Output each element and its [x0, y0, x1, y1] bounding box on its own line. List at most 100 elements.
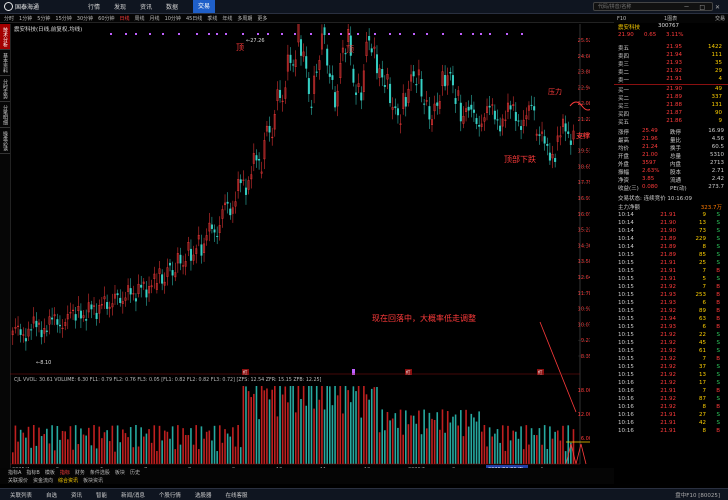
period-14[interactable]: 更多	[257, 15, 267, 22]
menu-discover[interactable]: 发现	[114, 2, 126, 11]
indicator-tab-7[interactable]: 历史	[130, 469, 140, 476]
volume-bar	[35, 445, 38, 464]
sidebar-tab-4[interactable]: 操盘必读	[0, 128, 10, 154]
status-bar: 关联列表 自选 资讯 智能 新闻/消息 个股行情 选股器 在线客服 盘中F10 [80025]	[0, 488, 728, 500]
indicator-tab-4[interactable]: 财务	[75, 469, 85, 476]
volume-bar	[428, 412, 431, 464]
stat-row: 净资 3.85 流通 2.42	[618, 176, 726, 184]
period-11[interactable]: 季线	[207, 15, 217, 22]
stat-label: 跌停	[670, 130, 682, 136]
tick-time: 10:14	[618, 220, 634, 226]
volume-bar	[14, 425, 17, 464]
stat-label: 内盘	[670, 162, 682, 168]
info-tab-2[interactable]: 综合资讯	[58, 477, 78, 484]
indicator-tab-3[interactable]: 指标	[60, 469, 70, 476]
volume-bar	[255, 386, 258, 464]
period-1[interactable]: 1分钟	[19, 15, 32, 22]
period-5[interactable]: 60分钟	[98, 15, 114, 22]
signal-marker	[196, 33, 198, 35]
ask-volume: 29	[715, 68, 722, 74]
candle-body	[569, 140, 572, 145]
tick-volume: 7	[702, 388, 707, 394]
indicator-tab-2[interactable]: 模板	[45, 469, 55, 476]
tick-price: 21.93	[660, 300, 676, 306]
volume-bar	[310, 386, 313, 464]
tick-price: 21.92	[660, 356, 676, 362]
period-3[interactable]: 15分钟	[55, 15, 71, 22]
volume-bar	[549, 426, 551, 464]
tick-side: B	[716, 356, 720, 362]
indicator-tab-1[interactable]: 指标B	[26, 469, 39, 476]
bid-label: 买四	[618, 112, 630, 118]
candle-body	[533, 106, 536, 111]
status-item-0[interactable]: 关联列表	[10, 491, 32, 499]
bid-price: 21.89	[666, 94, 682, 100]
info-tabs: 关联报价 资金流向 综合资讯 板块资讯	[0, 476, 614, 484]
period-10[interactable]: 45日线	[186, 15, 202, 22]
info-tab-1[interactable]: 资金流向	[33, 477, 53, 484]
period-2[interactable]: 5分钟	[37, 15, 50, 22]
volume-bar	[124, 433, 127, 464]
period-7[interactable]: 周线	[135, 15, 145, 22]
status-item-1[interactable]: 自选	[46, 491, 57, 499]
status-item-7[interactable]: 在线客服	[225, 491, 247, 499]
sidebar-tab-3[interactable]: 分笔明细	[0, 102, 10, 128]
volume-bar	[90, 445, 93, 464]
volume-bar	[381, 409, 384, 464]
signal-marker	[125, 33, 127, 35]
menu-trade[interactable]: 交易	[193, 0, 216, 13]
info-tab-0[interactable]: 关联报价	[8, 477, 28, 484]
indicator-tab-5[interactable]: 条件选股	[90, 469, 110, 476]
candle-body	[79, 310, 82, 319]
sidebar-tab-0[interactable]: 技术分析	[0, 24, 10, 50]
candle-body	[24, 338, 27, 342]
price-tick: 11.78	[578, 291, 590, 297]
volume-bar	[452, 416, 454, 464]
tick-volume: 7	[702, 268, 707, 274]
menu-news[interactable]: 资讯	[140, 2, 152, 11]
price-tick: 18.65	[578, 164, 590, 170]
candle-body	[74, 314, 77, 321]
window-controls[interactable]: － □ ✕	[683, 2, 724, 11]
tick-price: 21.89	[660, 252, 676, 258]
volume-bar	[323, 409, 326, 464]
status-item-2[interactable]: 资讯	[71, 491, 82, 499]
volume-bar	[522, 449, 525, 464]
period-8[interactable]: 月线	[150, 15, 160, 22]
tick-time: 10:15	[618, 284, 634, 290]
candle-body	[179, 254, 182, 264]
period-6[interactable]: 日线	[120, 15, 130, 22]
menu-data[interactable]: 数据	[166, 2, 178, 11]
indicator-tab-0[interactable]: 指标A	[8, 469, 21, 476]
period-9[interactable]: 10分钟	[165, 15, 181, 22]
status-item-5[interactable]: 个股行情	[159, 491, 181, 499]
sidebar-tab-2[interactable]: 分时走势	[0, 76, 10, 102]
sidebar-tab-1[interactable]: 基本资料	[0, 50, 10, 76]
candle-body	[95, 312, 98, 320]
tick-time: 10:15	[618, 276, 634, 282]
period-12[interactable]: 年线	[222, 15, 232, 22]
volume-bar	[127, 437, 129, 464]
candle-body	[381, 69, 384, 78]
candle-body	[200, 244, 203, 256]
volume-bar	[376, 386, 378, 464]
stat-label: 外盘	[618, 162, 630, 168]
volume-bar	[274, 386, 276, 464]
menu-market[interactable]: 行情	[88, 2, 100, 11]
indicator-tab-6[interactable]: 板块	[115, 469, 125, 476]
info-tab-3[interactable]: 板块资讯	[83, 477, 103, 484]
period-13[interactable]: 多周期	[237, 15, 252, 22]
kline-chart[interactable]: 震安科技(日线,前复权,均线) 25.52 24.66 23.80 22.94 22.08…	[10, 24, 590, 474]
volume-bar	[391, 418, 394, 464]
period-4[interactable]: 30分钟	[77, 15, 93, 22]
status-item-4[interactable]: 新闻/消息	[121, 491, 145, 499]
tick-price: 21.89	[660, 244, 676, 250]
volume-bar	[501, 425, 504, 464]
tick-side: S	[716, 228, 721, 234]
tick-volume: 229	[695, 236, 707, 242]
ask-label: 卖二	[618, 70, 630, 76]
status-item-6[interactable]: 选股器	[195, 491, 212, 499]
signal-marker	[374, 33, 376, 35]
status-item-3[interactable]: 智能	[96, 491, 107, 499]
period-0[interactable]: 分时	[4, 15, 14, 22]
